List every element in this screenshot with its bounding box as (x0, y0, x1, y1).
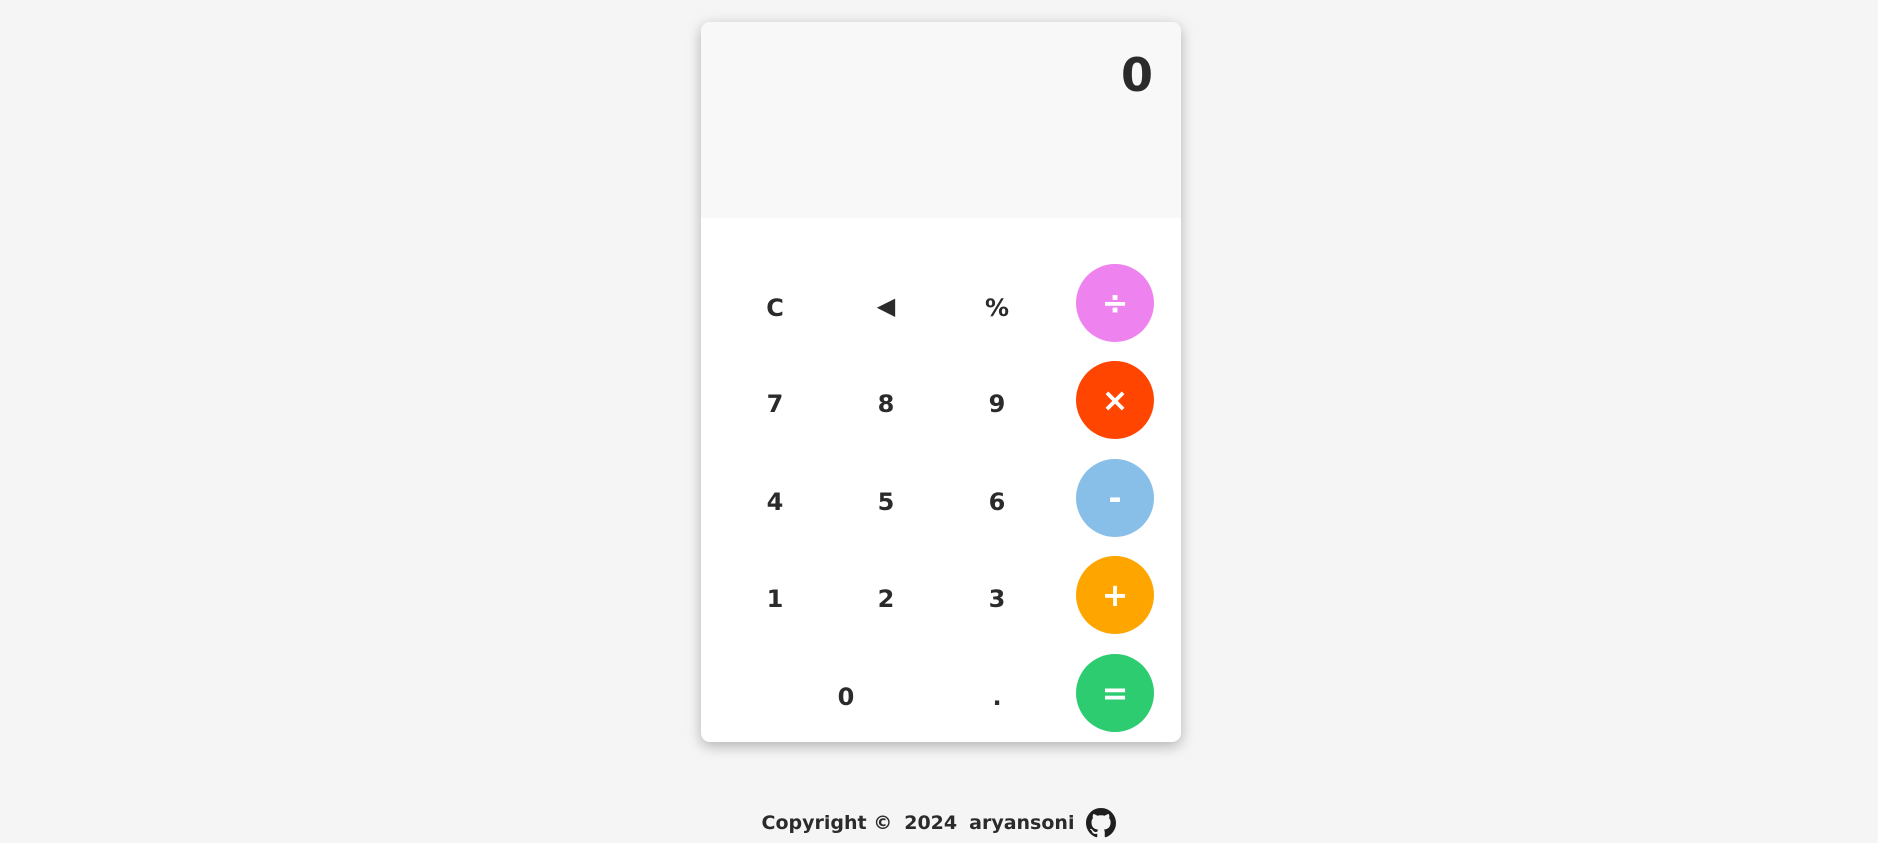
four-button[interactable]: 4 (735, 462, 815, 542)
two-button[interactable]: 2 (846, 559, 926, 639)
five-button[interactable]: 5 (846, 462, 926, 542)
display: 0 (701, 22, 1181, 218)
subtract-button[interactable]: - (1076, 459, 1154, 537)
divide-button[interactable]: ÷ (1076, 264, 1154, 342)
copyright-text: Copyright © (761, 812, 893, 834)
zero-button[interactable]: 0 (790, 657, 902, 737)
seven-button[interactable]: 7 (735, 364, 815, 444)
multiply-button[interactable]: × (1076, 361, 1154, 439)
decimal-button[interactable]: . (957, 657, 1037, 737)
percent-button[interactable]: % (957, 268, 1037, 348)
equals-button[interactable]: = (1076, 654, 1154, 732)
nine-button[interactable]: 9 (957, 364, 1037, 444)
add-button[interactable]: + (1076, 556, 1154, 634)
display-value: 0 (1120, 48, 1153, 102)
keypad: C ◀ % ÷ 7 8 9 × 4 5 6 - 1 2 3 + 0 . = (701, 218, 1181, 742)
eight-button[interactable]: 8 (846, 364, 926, 444)
three-button[interactable]: 3 (957, 559, 1037, 639)
calculator: 0 C ◀ % ÷ 7 8 9 × 4 5 6 - 1 2 3 + 0 . = (701, 22, 1181, 742)
author-name: aryansoni (969, 812, 1075, 834)
six-button[interactable]: 6 (957, 462, 1037, 542)
backspace-button[interactable]: ◀ (846, 266, 926, 346)
github-icon[interactable] (1086, 808, 1117, 838)
copyright-year: 2024 (904, 812, 958, 834)
one-button[interactable]: 1 (735, 559, 815, 639)
page: 0 C ◀ % ÷ 7 8 9 × 4 5 6 - 1 2 3 + 0 . = … (0, 0, 1878, 843)
clear-button[interactable]: C (735, 268, 815, 348)
footer: Copyright © 2024 aryansoni (0, 808, 1878, 838)
